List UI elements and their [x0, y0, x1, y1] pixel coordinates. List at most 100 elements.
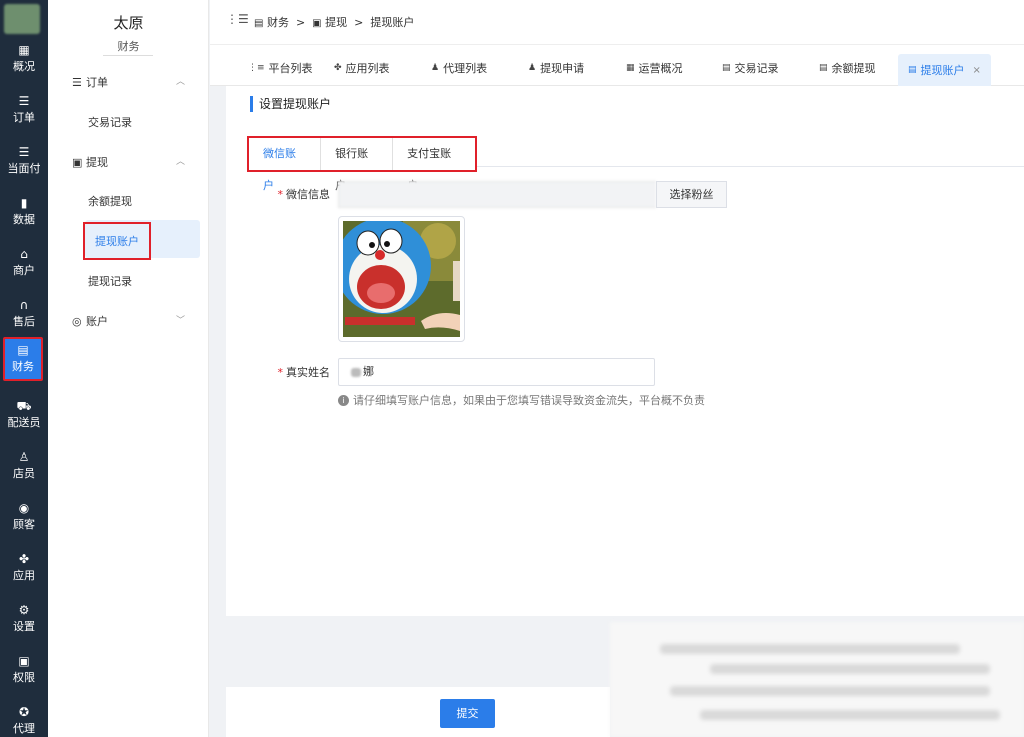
- rail-item-label: 设置: [13, 619, 35, 633]
- chevron-down-icon[interactable]: ﹀: [176, 313, 185, 326]
- platform-icon: ⋮≡: [248, 63, 265, 73]
- rail-item-bar-chart[interactable]: ▮ 数据: [0, 189, 48, 235]
- customer-icon: ◉: [18, 501, 30, 516]
- list-icon: ☰: [18, 93, 30, 108]
- rail-item-finance[interactable]: ▤ 财务: [3, 337, 43, 381]
- select-fan-button[interactable]: 选择粉丝: [656, 181, 727, 208]
- submit-button[interactable]: 提交: [440, 699, 495, 728]
- wechat-info-label: * 微信信息: [274, 186, 331, 202]
- divider: [103, 55, 153, 56]
- wechat-avatar: [335, 216, 465, 342]
- sidebar-item-balance-withdraw[interactable]: 余额提现: [88, 193, 132, 209]
- document-icon: ▤: [722, 63, 731, 73]
- collapse-menu-icon[interactable]: ⋮☰: [226, 12, 249, 26]
- tab-platform-list[interactable]: ⋮≡ 平台列表: [248, 55, 313, 81]
- tab-label: 交易记录: [734, 62, 779, 75]
- sidebar-group-account[interactable]: ◎ 账户: [72, 313, 108, 329]
- real-name-label: * 真实姓名: [274, 364, 331, 380]
- tabs-underline: [477, 166, 1024, 167]
- sidebar-group-label: 账户: [86, 315, 108, 328]
- form-tip: i 请仔细填写账户信息，如果由于您填写错误导致资金流失，平台概不负责: [338, 392, 705, 408]
- rail-item-label: 店员: [13, 467, 35, 481]
- rail-item-lock[interactable]: ▣ 权限: [0, 647, 48, 693]
- chevron-up-icon[interactable]: ︿: [176, 74, 185, 87]
- rail-item-label: 顾客: [13, 518, 35, 532]
- account-type-tabs: 微信账户 银行账户 支付宝账户: [247, 136, 477, 192]
- page-tabs: ⋮≡ 平台列表 ✤ 应用列表 ♟ 代理列表 ♟ 提现申请 ▦ 运营概况 ▤ 交易记录 ▤ 余额…: [210, 45, 1024, 86]
- breadcrumb-separator: >: [295, 16, 306, 29]
- rail-item-label: 权限: [13, 670, 35, 684]
- tab-operations[interactable]: ▦ 运营概况: [626, 55, 683, 81]
- rail-item-label: 概况: [13, 60, 35, 73]
- real-name-input[interactable]: 娜: [338, 358, 655, 386]
- rail-item-agent[interactable]: ✪ 代理: [0, 698, 48, 737]
- footer-bar: [226, 687, 610, 737]
- chevron-up-icon[interactable]: ︿: [176, 154, 185, 167]
- tab-trade-record[interactable]: ▤ 交易记录: [722, 55, 779, 81]
- sidebar-item-withdraw-account[interactable]: 提现账户: [83, 222, 151, 260]
- apps-icon: ✤: [334, 63, 342, 73]
- rail-item-label: 代理: [13, 721, 35, 735]
- sidebar-group-order[interactable]: ☰ 订单: [72, 74, 108, 90]
- rail-item-label: 售后: [13, 314, 35, 328]
- sidebar-item-withdraw-record[interactable]: 提现记录: [88, 273, 132, 289]
- info-icon: i: [338, 394, 349, 406]
- breadcrumb-item[interactable]: 财务: [267, 16, 289, 29]
- redacted-text: [351, 367, 361, 377]
- overview-icon: ▦: [18, 43, 30, 57]
- sidebar-item-trade-record[interactable]: 交易记录: [88, 114, 132, 130]
- close-icon[interactable]: ×: [973, 65, 981, 76]
- rail-item-truck[interactable]: ⛟ 配送员: [0, 392, 48, 438]
- withdraw-icon: ▣: [312, 18, 322, 29]
- tab-agent-list[interactable]: ♟ 代理列表: [431, 55, 487, 81]
- rail-item-apps[interactable]: ✤ 应用: [0, 545, 48, 591]
- tab-balance-withdraw[interactable]: ▤ 余额提现: [819, 55, 876, 81]
- store-icon: ⌂: [20, 246, 28, 261]
- tab-app-list[interactable]: ✤ 应用列表: [334, 55, 390, 81]
- wechat-info-input[interactable]: [338, 181, 656, 208]
- tab-label: 应用列表: [345, 62, 390, 75]
- list-icon: ☰: [18, 144, 30, 159]
- rail-item-label: 订单: [13, 110, 35, 124]
- rail-item-list[interactable]: ☰ 当面付: [0, 138, 48, 184]
- rail-item-customer[interactable]: ◉ 顾客: [0, 494, 48, 540]
- agent-icon: ✪: [18, 704, 30, 719]
- required-mark: *: [277, 366, 284, 379]
- section-title: 设置提现账户: [250, 96, 331, 112]
- breadcrumb-item: 提现账户: [370, 16, 415, 29]
- document-icon: ▤: [908, 65, 917, 75]
- tab-wechat-account[interactable]: 微信账户: [249, 138, 322, 192]
- field-label: 微信信息: [286, 188, 330, 201]
- app-logo: [4, 4, 40, 34]
- tab-label: 提现账户: [920, 64, 965, 77]
- tab-label: 余额提现: [831, 62, 876, 75]
- rail-item-label: 财务: [12, 360, 34, 373]
- tab-withdraw-account[interactable]: ▤ 提现账户 ×: [898, 54, 991, 86]
- blurred-area: [610, 622, 1024, 737]
- tab-bank-account[interactable]: 银行账户: [321, 138, 394, 192]
- rail-item-list[interactable]: ☰ 订单: [0, 87, 48, 133]
- rail-item-user[interactable]: ♙ 店员: [0, 443, 48, 489]
- real-name-value: 娜: [363, 365, 374, 378]
- finance-icon: ▤: [17, 343, 29, 357]
- rail-item-label: 当面付: [7, 161, 41, 175]
- breadcrumb-item[interactable]: 提现: [325, 16, 347, 29]
- breadcrumb-separator: >: [354, 16, 364, 29]
- tab-alipay-account[interactable]: 支付宝账户: [393, 138, 475, 192]
- required-mark: *: [277, 188, 284, 201]
- sidebar-group-withdraw[interactable]: ▣ 提现: [72, 154, 108, 170]
- rail-item-settings[interactable]: ⚙ 设置: [0, 596, 48, 642]
- rail-item-headset[interactable]: ∩ 售后: [0, 291, 48, 337]
- tab-withdraw-apply[interactable]: ♟ 提现申请: [528, 55, 584, 81]
- list-icon: ☰: [72, 75, 82, 89]
- store-name: 太原: [113, 14, 144, 32]
- sidebar-group-label: 提现: [86, 156, 108, 169]
- section-name: 财务: [117, 40, 140, 53]
- agent-icon: ♟: [431, 63, 440, 73]
- rail-item-overview[interactable]: ▦ 概况: [0, 36, 48, 82]
- breadcrumb: ▤ 财务 > ▣ 提现 > 提现账户: [254, 14, 414, 30]
- rail-item-store[interactable]: ⌂ 商户: [0, 240, 48, 286]
- tip-text: 请仔细填写账户信息，如果由于您填写错误导致资金流失，平台概不负责: [353, 394, 705, 407]
- sidebar-group-label: 订单: [86, 76, 108, 89]
- rail-item-label: 配送员: [7, 416, 41, 430]
